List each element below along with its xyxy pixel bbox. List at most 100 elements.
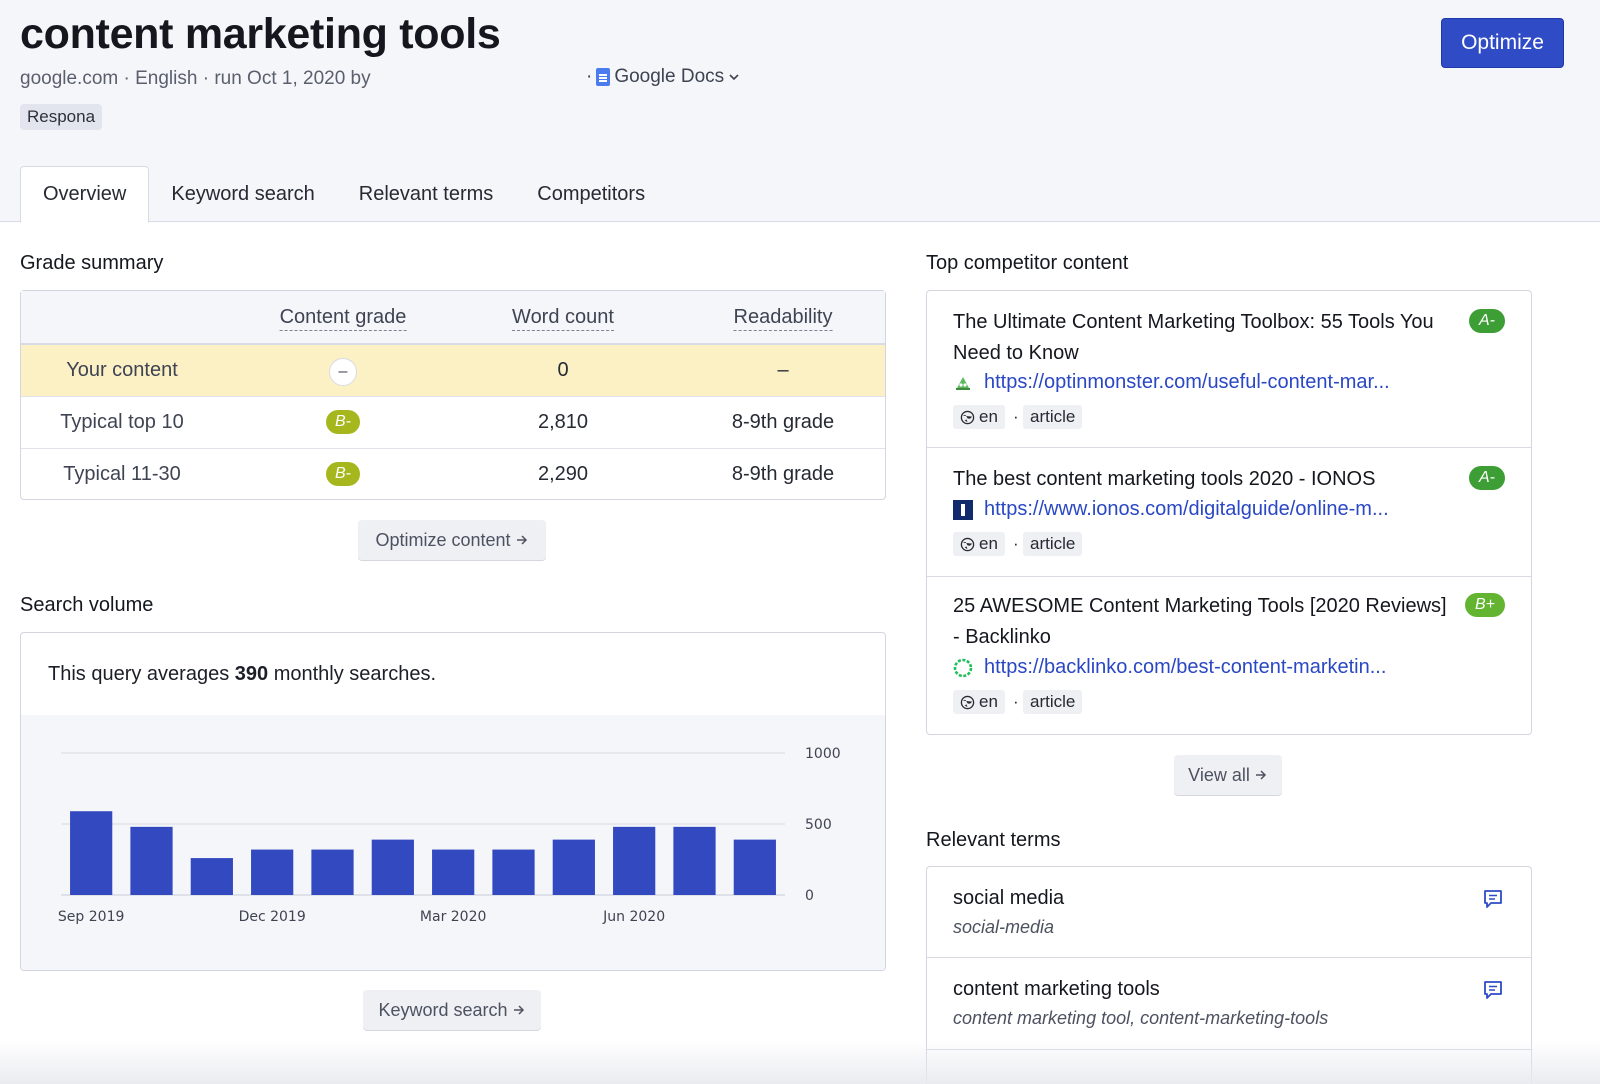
competitor-title[interactable]: The Ultimate Content Marketing Toolbox: … — [953, 307, 1453, 369]
page-title: content marketing tools — [20, 10, 501, 58]
grade-summary-table: Content grade Word count Readability You… — [20, 290, 886, 500]
language-label: en — [979, 407, 998, 426]
chevron-down-icon — [729, 74, 739, 81]
separator-dot: · — [1013, 692, 1019, 711]
row-label: Your content — [66, 359, 178, 381]
content-type-chip: article — [1023, 405, 1083, 429]
language-chip: en — [953, 690, 1005, 714]
bar-aug-2020[interactable] — [733, 839, 776, 895]
query-meta: google.com · English · run Oct 1, 2020 b… — [20, 68, 371, 89]
search-volume-title: Search volume — [20, 594, 154, 616]
term-variants: content marketing tool, content-marketin… — [953, 1008, 1329, 1028]
competitor-url-link[interactable]: https://www.ionos.com/digitalguide/onlin… — [984, 498, 1389, 521]
competitor-url-link[interactable]: https://backlinko.com/best-content-marke… — [984, 656, 1386, 679]
column-content-grade[interactable]: Content grade — [279, 306, 407, 331]
bar-may-2020[interactable] — [552, 839, 595, 895]
competitors-title: Top competitor content — [926, 252, 1129, 274]
language-chip: en — [953, 532, 1005, 556]
competitor-title[interactable]: The best content marketing tools 2020 - … — [953, 464, 1453, 495]
table-row-top-10: Typical top 10 B- 2,810 8-9th grade — [21, 397, 885, 449]
globe-icon — [960, 410, 975, 424]
tab-overview[interactable]: Overview — [20, 166, 150, 223]
keyword-search-label: Keyword search — [378, 999, 508, 1020]
bar-jun-2020[interactable] — [613, 826, 656, 895]
optimize-button[interactable]: Optimize — [1441, 18, 1564, 68]
bar-feb-2020[interactable] — [371, 839, 414, 895]
google-docs-icon — [596, 68, 611, 86]
keyword-search-button[interactable]: Keyword search — [363, 990, 541, 1030]
competitor-grade-badge: B+ — [1464, 593, 1505, 617]
table-header: Content grade Word count Readability — [21, 291, 885, 345]
readability-value: – — [777, 359, 789, 381]
bar-nov-2019[interactable] — [190, 858, 233, 895]
list-item[interactable]: social media social-media — [927, 867, 1531, 958]
google-docs-label: Google Docs — [614, 66, 725, 87]
bar-apr-2020[interactable] — [492, 849, 535, 895]
language-chip: en — [953, 405, 1005, 429]
y-tick-label: 0 — [805, 888, 814, 904]
optimize-content-label: Optimize content — [375, 529, 511, 550]
y-tick-label: 1000 — [805, 746, 841, 762]
optinmonster-icon — [956, 377, 970, 390]
list-item[interactable]: content marketing tools content marketin… — [927, 958, 1531, 1050]
content-type-chip: article — [1023, 690, 1083, 714]
page-header: content marketing tools google.com · Eng… — [0, 0, 1600, 223]
comment-icon[interactable] — [1483, 889, 1503, 909]
y-tick-label: 500 — [805, 817, 832, 833]
bar-jan-2020[interactable] — [311, 849, 354, 895]
monthly-search-value: 390 — [234, 663, 269, 685]
tab-relevant-terms[interactable]: Relevant terms — [337, 166, 516, 222]
term-name: content marketing tools — [953, 978, 1160, 1000]
globe-icon — [960, 695, 975, 709]
arrow-right-icon — [516, 535, 527, 545]
x-tick-label: Dec 2019 — [239, 909, 306, 925]
author-tag: Respona — [20, 104, 103, 130]
separator-dot: · — [1013, 407, 1019, 426]
bar-mar-2020[interactable] — [432, 849, 475, 895]
bar-jul-2020[interactable] — [673, 826, 716, 895]
relevant-terms-title: Relevant terms — [926, 829, 1061, 851]
term-name: social media — [953, 887, 1065, 909]
globe-icon — [960, 537, 975, 551]
competitor-item[interactable]: The best content marketing tools 2020 - … — [927, 448, 1531, 577]
competitor-grade-badge: A- — [1469, 466, 1505, 490]
row-label: Typical top 10 — [60, 411, 184, 433]
x-tick-label: Sep 2019 — [58, 909, 124, 925]
x-tick-label: Mar 2020 — [420, 909, 487, 925]
relevant-terms-list: social media social-media content market… — [926, 866, 1532, 1084]
comment-icon[interactable] — [1483, 980, 1503, 1000]
word-count-value: 2,810 — [537, 411, 589, 433]
arrow-right-icon — [1255, 770, 1266, 780]
column-readability[interactable]: Readability — [733, 306, 833, 331]
search-volume-chart-area: 0 500 1000 Sep 2019 Dec 2019 Mar 2020 Jun 2020 — [21, 715, 885, 970]
row-label: Typical 11-30 — [63, 463, 181, 485]
language-label: en — [979, 534, 998, 553]
table-row-your-content: Your content – 0 – — [21, 345, 885, 397]
bar-oct-2019[interactable] — [130, 826, 173, 895]
tab-bar: Overview Keyword search Relevant terms C… — [20, 166, 667, 223]
google-docs-dropdown[interactable]: · Google Docs — [586, 66, 740, 88]
view-all-button[interactable]: View all — [1174, 755, 1282, 795]
ionos-icon — [953, 500, 973, 520]
tab-keyword-search[interactable]: Keyword search — [149, 166, 336, 222]
competitor-title[interactable]: 25 AWESOME Content Marketing Tools [2020… — [953, 591, 1453, 653]
bar-dec-2019[interactable] — [251, 849, 294, 895]
column-word-count[interactable]: Word count — [512, 306, 614, 331]
content-grade-badge: – — [329, 358, 357, 386]
readability-value: 8-9th grade — [731, 463, 835, 485]
content-grade-badge: B- — [326, 410, 360, 434]
bar-sep-2019[interactable] — [70, 811, 113, 895]
competitor-item[interactable]: 25 AWESOME Content Marketing Tools [2020… — [927, 577, 1531, 735]
competitor-url-link[interactable]: https://optinmonster.com/useful-content-… — [984, 371, 1390, 394]
summary-prefix: This query averages — [48, 663, 230, 685]
tab-competitors[interactable]: Competitors — [515, 166, 667, 222]
term-variants: social-media — [953, 917, 1055, 937]
search-volume-summary: This query averages 390 monthly searches… — [48, 663, 436, 686]
language-label: en — [979, 692, 998, 711]
separator-dot: · — [586, 66, 593, 87]
competitor-item[interactable]: The Ultimate Content Marketing Toolbox: … — [927, 291, 1531, 448]
content-grade-badge: B- — [326, 462, 360, 486]
optimize-content-button[interactable]: Optimize content — [358, 520, 546, 560]
competitor-list: The Ultimate Content Marketing Toolbox: … — [926, 290, 1532, 735]
search-volume-chart: 0 500 1000 Sep 2019 Dec 2019 Mar 2020 Jun 2020 — [58, 746, 841, 925]
